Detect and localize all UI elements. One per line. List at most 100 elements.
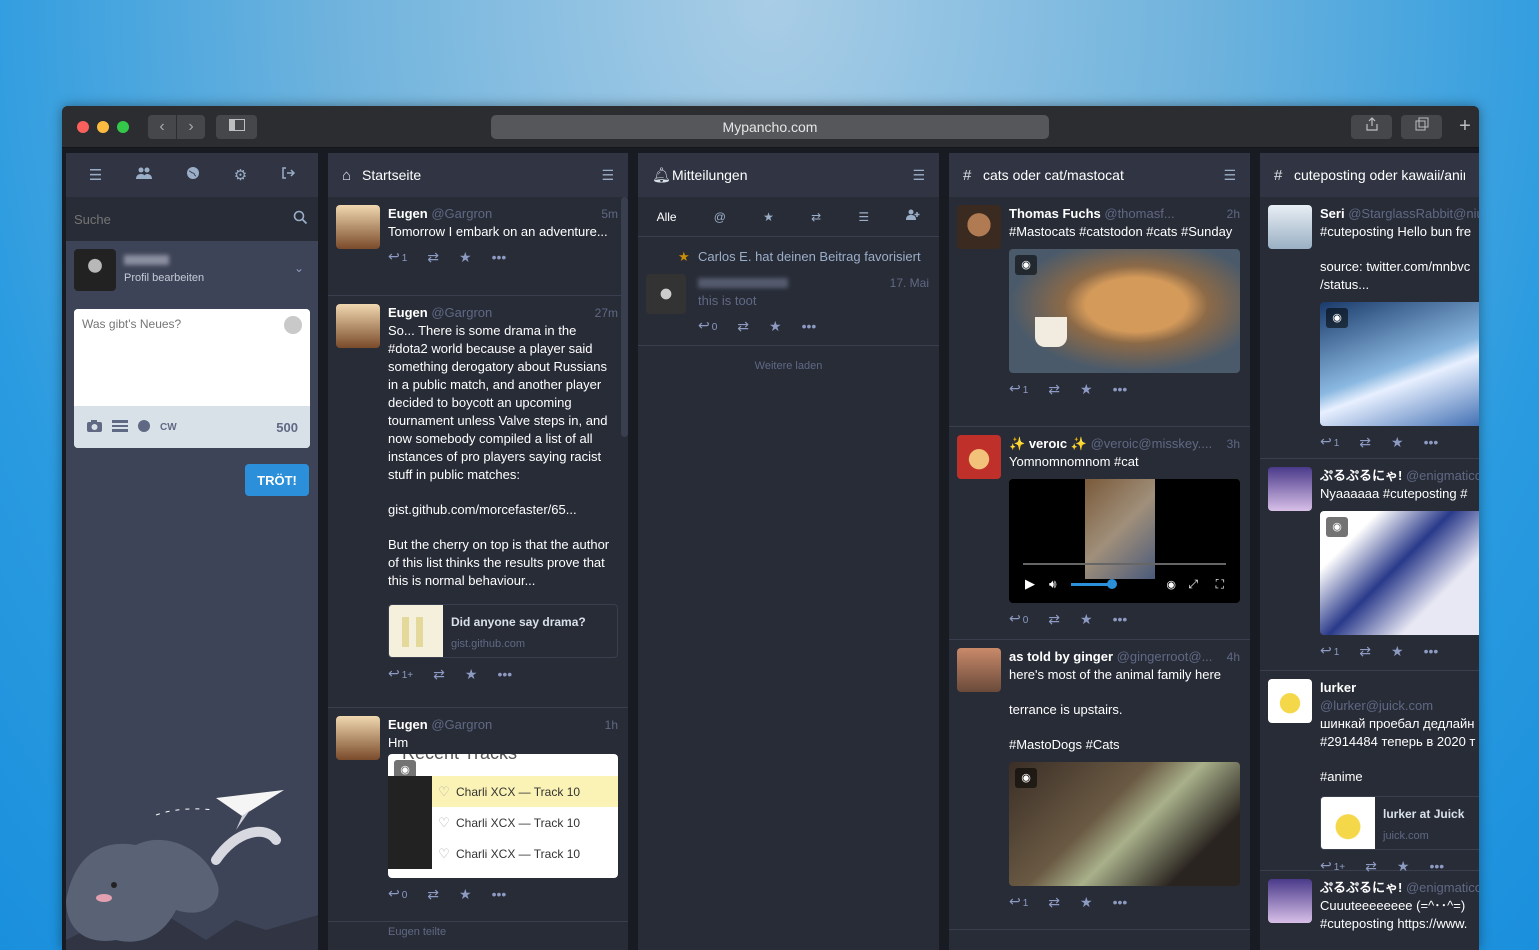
status-link[interactable]: gist.github.com/morcefaster/65...: [388, 501, 618, 519]
status-author[interactable]: Eugen: [388, 206, 428, 221]
star-icon[interactable]: ★: [1080, 610, 1093, 628]
avatar[interactable]: [336, 304, 380, 348]
status-source[interactable]: source: twitter.com/mnbvc /status...: [1320, 258, 1479, 294]
star-icon[interactable]: ★: [769, 317, 782, 335]
column-settings-icon[interactable]: ☰: [1223, 167, 1236, 184]
avatar[interactable]: [1268, 467, 1312, 511]
minimize-window-button[interactable]: [97, 121, 109, 133]
status[interactable]: Eugen @Gargron 27m So... There is some d…: [328, 296, 628, 708]
heart-icon[interactable]: ♡: [432, 845, 456, 863]
column-settings-icon[interactable]: ☰: [601, 167, 614, 184]
gear-icon[interactable]: ⚙: [234, 166, 247, 184]
status-handle[interactable]: @thomasf...: [1104, 206, 1174, 221]
globe-privacy-icon[interactable]: [137, 419, 151, 436]
mention-filter-icon[interactable]: @: [714, 210, 726, 224]
avatar[interactable]: [957, 205, 1001, 249]
star-icon[interactable]: ★: [1080, 893, 1093, 911]
back-button[interactable]: ‹: [148, 115, 176, 139]
avatar[interactable]: [646, 274, 686, 314]
reply-icon[interactable]: ↩ 1: [1009, 379, 1028, 400]
more-icon[interactable]: •••: [1113, 893, 1128, 911]
boost-icon[interactable]: ⇄: [1048, 380, 1060, 398]
eye-slash-icon[interactable]: ◉: [1166, 576, 1176, 594]
follow-filter-icon[interactable]: [906, 209, 920, 224]
logout-icon[interactable]: [281, 166, 296, 184]
chevron-down-icon[interactable]: ⌄: [294, 261, 304, 275]
avatar[interactable]: [957, 435, 1001, 479]
forward-button[interactable]: ›: [177, 115, 205, 139]
column-settings-icon[interactable]: ☰: [912, 167, 925, 184]
status-author[interactable]: Thomas Fuchs: [1009, 206, 1101, 221]
profile-edit-link[interactable]: Profil bearbeiten: [124, 272, 204, 284]
boost-icon[interactable]: ⇄: [427, 248, 439, 266]
video-player[interactable]: ▶ 🔊︎ ◉ ⤢ ⛶: [1009, 479, 1240, 603]
status[interactable]: ✨ veroıc ✨ @veroic@misskey.... 3h Yomnom…: [949, 427, 1250, 640]
notifications-column-header[interactable]: 🔔︎ Mitteilungen ☰: [638, 153, 939, 197]
link-card[interactable]: Did anyone say drama? gist.github.com: [388, 604, 618, 658]
toot-button[interactable]: TRÖT!: [245, 464, 309, 496]
status-time[interactable]: 27m: [595, 304, 618, 322]
status-hashtags[interactable]: #MastoDogs #Cats: [1009, 736, 1240, 754]
search-icon[interactable]: [293, 210, 308, 230]
avatar[interactable]: [336, 716, 380, 760]
media-attachment[interactable]: ◉: [1320, 302, 1479, 426]
avatar[interactable]: [1268, 205, 1312, 249]
sensitive-eye-icon[interactable]: ◉: [1015, 255, 1037, 275]
sensitive-eye-icon[interactable]: ◉: [1015, 768, 1037, 788]
status-time[interactable]: 3h: [1227, 435, 1240, 453]
more-icon[interactable]: •••: [1113, 380, 1128, 398]
boost-icon[interactable]: ⇄: [737, 317, 749, 335]
avatar[interactable]: [74, 249, 116, 291]
avatar[interactable]: [1268, 879, 1312, 923]
address-bar[interactable]: Mypancho.com: [491, 115, 1049, 139]
status-hashtags[interactable]: #anime: [1320, 768, 1469, 786]
link-card[interactable]: lurker at Juick juick.com: [1320, 796, 1479, 850]
new-tab-icon[interactable]: +: [1453, 115, 1477, 139]
local-timeline-icon[interactable]: [136, 166, 153, 184]
status-author[interactable]: Eugen: [388, 717, 428, 732]
volume-knob[interactable]: [1107, 579, 1117, 589]
status-author[interactable]: ぷるぷるにゃ!: [1320, 468, 1402, 483]
play-icon[interactable]: ▶: [1025, 575, 1035, 593]
reply-icon[interactable]: ↩ 1: [1009, 892, 1028, 913]
star-icon[interactable]: ★: [1391, 433, 1404, 451]
status-handle[interactable]: @veroic@misskey....: [1091, 436, 1213, 451]
more-icon[interactable]: •••: [802, 317, 817, 335]
boost-icon[interactable]: ⇄: [433, 665, 445, 683]
status-author[interactable]: veroıc: [1029, 436, 1067, 451]
avatar[interactable]: [1268, 679, 1312, 723]
load-more-button[interactable]: Weitere laden: [638, 346, 939, 386]
status-author[interactable]: lurker: [1320, 680, 1356, 695]
boost-filter-icon[interactable]: ⇄: [811, 210, 821, 224]
more-icon[interactable]: •••: [1424, 433, 1439, 451]
avatar[interactable]: [336, 205, 380, 249]
poll-filter-icon[interactable]: ☰: [858, 210, 869, 224]
poll-icon[interactable]: [112, 419, 128, 435]
status-handle[interactable]: @Gargron: [431, 206, 492, 221]
media-attachment[interactable]: ◉: [1009, 762, 1240, 886]
heart-icon[interactable]: ♡: [432, 783, 456, 801]
close-window-button[interactable]: [77, 121, 89, 133]
boost-icon[interactable]: ⇄: [427, 885, 439, 903]
star-icon[interactable]: ★: [1080, 380, 1093, 398]
star-filter-icon[interactable]: ★: [763, 210, 774, 224]
filter-all-tab[interactable]: Alle: [657, 210, 677, 224]
status-time[interactable]: 17. Mai: [890, 274, 929, 292]
home-column-header[interactable]: ⌂ Startseite ☰: [328, 153, 628, 197]
share-icon[interactable]: [1351, 115, 1392, 139]
status-time[interactable]: 2h: [1227, 205, 1240, 223]
star-icon[interactable]: ★: [459, 248, 472, 266]
status-time[interactable]: 5m: [601, 205, 618, 223]
favourite-notification[interactable]: ★ Carlos E. hat deinen Beitrag favorisie…: [638, 237, 939, 266]
volume-slider[interactable]: [1071, 583, 1111, 586]
sensitive-eye-icon[interactable]: ◉: [1326, 308, 1348, 328]
boost-icon[interactable]: ⇄: [1359, 433, 1371, 451]
camera-icon[interactable]: [86, 419, 103, 436]
media-attachment[interactable]: ◉: [1009, 249, 1240, 373]
heart-icon[interactable]: ♡: [432, 814, 456, 832]
star-icon[interactable]: ★: [1391, 642, 1404, 660]
media-attachment[interactable]: ◉: [1320, 511, 1479, 635]
star-icon[interactable]: ★: [465, 665, 478, 683]
boost-icon[interactable]: ⇄: [1048, 893, 1060, 911]
expand-icon[interactable]: ⤢: [1188, 575, 1198, 593]
